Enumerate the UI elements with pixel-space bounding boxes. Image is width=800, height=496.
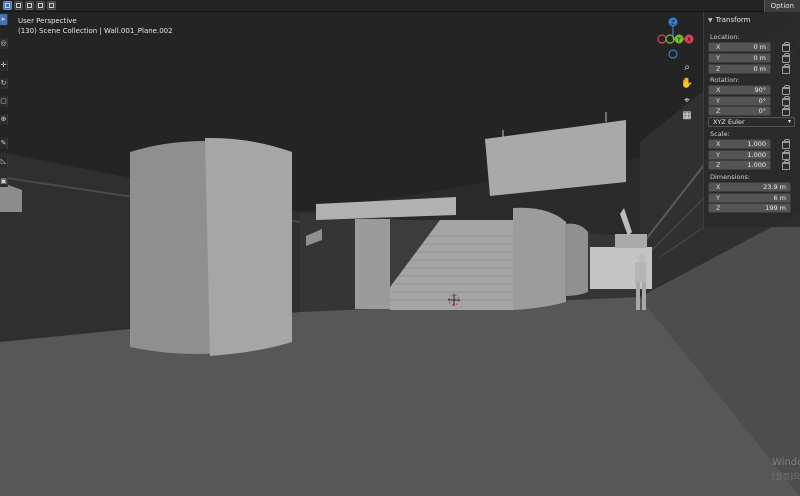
dimensions-x-field[interactable]: X 23.9 m <box>708 182 791 192</box>
ortho-toggle-button[interactable]: ▦ <box>680 109 694 123</box>
options-button[interactable]: Option <box>763 0 800 12</box>
transform-tool-button[interactable]: ⊕ <box>0 114 8 125</box>
select-subtract-icon <box>27 3 32 8</box>
measure-tool-button[interactable]: ◺ <box>0 156 8 167</box>
viewport-subtitle: (130) Scene Collection | Wall.001_Plane.… <box>18 27 173 35</box>
location-z-field[interactable]: Z0 m <box>708 64 771 74</box>
navigation-gizmo[interactable]: Z Y X <box>650 16 696 62</box>
rotation-mode-dropdown[interactable]: XYZ Euler ▾ <box>708 117 795 127</box>
viewport-header: Option <box>0 0 800 12</box>
cursor-icon: ◎ <box>0 39 7 47</box>
rotation-y-field[interactable]: Y 0° <box>708 96 771 106</box>
add-cube-icon: ▣ <box>0 177 7 185</box>
select-extend-icon <box>16 3 21 8</box>
location-x-lock-icon[interactable] <box>782 42 790 52</box>
select-intersect-mode-button[interactable] <box>47 1 56 10</box>
viewport-title: User Perspective <box>18 17 77 25</box>
rotation-x-field[interactable]: X 90° <box>708 85 771 95</box>
activation-watermark-title: Windo <box>772 457 800 468</box>
select-box-icon <box>5 3 10 8</box>
select-subtract-mode-button[interactable] <box>25 1 34 10</box>
rotation-label: Rotation: <box>710 76 740 84</box>
rotation-y-lock-icon[interactable] <box>782 96 790 106</box>
annotate-tool-button[interactable]: ✎ <box>0 138 8 149</box>
annotate-icon: ✎ <box>0 139 7 147</box>
dimensions-z-field[interactable]: Z 199 m <box>708 203 791 213</box>
scale-x-field[interactable]: X 1.000 <box>708 139 771 149</box>
scale-icon: ▢ <box>0 97 7 105</box>
location-z-lock-icon[interactable] <box>782 64 790 74</box>
select-invert-mode-button[interactable] <box>36 1 45 10</box>
move-icon: ✛ <box>0 61 7 69</box>
camera-icon: ⌖ <box>684 95 690 106</box>
hand-icon: ✋ <box>680 78 694 89</box>
dimensions-y-field[interactable]: Y6 m <box>708 193 791 203</box>
dimensions-label: Dimensions: <box>710 173 751 181</box>
add-cube-tool-button[interactable]: ▣ <box>0 176 8 187</box>
camera-view-button[interactable]: ⌖ <box>680 94 694 108</box>
select-invert-icon <box>38 3 43 8</box>
grid-icon: ▦ <box>682 110 692 121</box>
location-y-lock-icon[interactable] <box>782 53 790 63</box>
scale-label: Scale: <box>710 130 730 138</box>
select-icon: ▸ <box>1 15 6 23</box>
measure-icon: ◺ <box>0 157 7 165</box>
transform-title: Transform <box>715 16 751 24</box>
select-box-mode-button[interactable] <box>3 1 12 10</box>
zoom-button[interactable]: ⌕ <box>680 61 694 75</box>
scale-y-field[interactable]: Y 1.000 <box>708 150 771 160</box>
zoom-icon: ⌕ <box>684 62 690 73</box>
chevron-down-icon: ▾ <box>787 118 791 125</box>
scale-y-lock-icon[interactable] <box>782 150 790 160</box>
scale-z-field[interactable]: Z 1.000 <box>708 160 771 170</box>
chevron-down-icon: ▼ <box>708 17 713 24</box>
scale-tool-button[interactable]: ▢ <box>0 96 8 107</box>
gizmo-z-label: Z <box>671 19 675 26</box>
activation-watermark-subtitle: [설정]으 <box>772 472 800 481</box>
scale-z-lock-icon[interactable] <box>782 160 790 170</box>
rotate-tool-button[interactable]: ↻ <box>0 78 8 89</box>
location-label: Location: <box>710 33 740 41</box>
gizmo-x-label: X <box>687 36 691 43</box>
pan-button[interactable]: ✋ <box>680 77 694 91</box>
location-y-field[interactable]: Y0 m <box>708 53 771 63</box>
move-tool-button[interactable]: ✛ <box>0 60 8 71</box>
location-x-field[interactable]: X0 m <box>708 42 771 52</box>
rotation-z-field[interactable]: Z 0° <box>708 106 771 116</box>
rotate-icon: ↻ <box>0 79 7 87</box>
select-intersect-icon <box>49 3 54 8</box>
select-extend-mode-button[interactable] <box>14 1 23 10</box>
scale-x-lock-icon[interactable] <box>782 139 790 149</box>
transform-panel-header[interactable]: ▼ Transform <box>704 15 800 26</box>
rotation-z-lock-icon[interactable] <box>782 106 790 116</box>
cursor-tool-button[interactable]: ◎ <box>0 38 8 49</box>
transform-icon: ⊕ <box>0 115 7 123</box>
gizmo-y-label: Y <box>676 36 681 43</box>
select-tool-button[interactable]: ▸ <box>0 14 8 25</box>
rotation-x-lock-icon[interactable] <box>782 85 790 95</box>
